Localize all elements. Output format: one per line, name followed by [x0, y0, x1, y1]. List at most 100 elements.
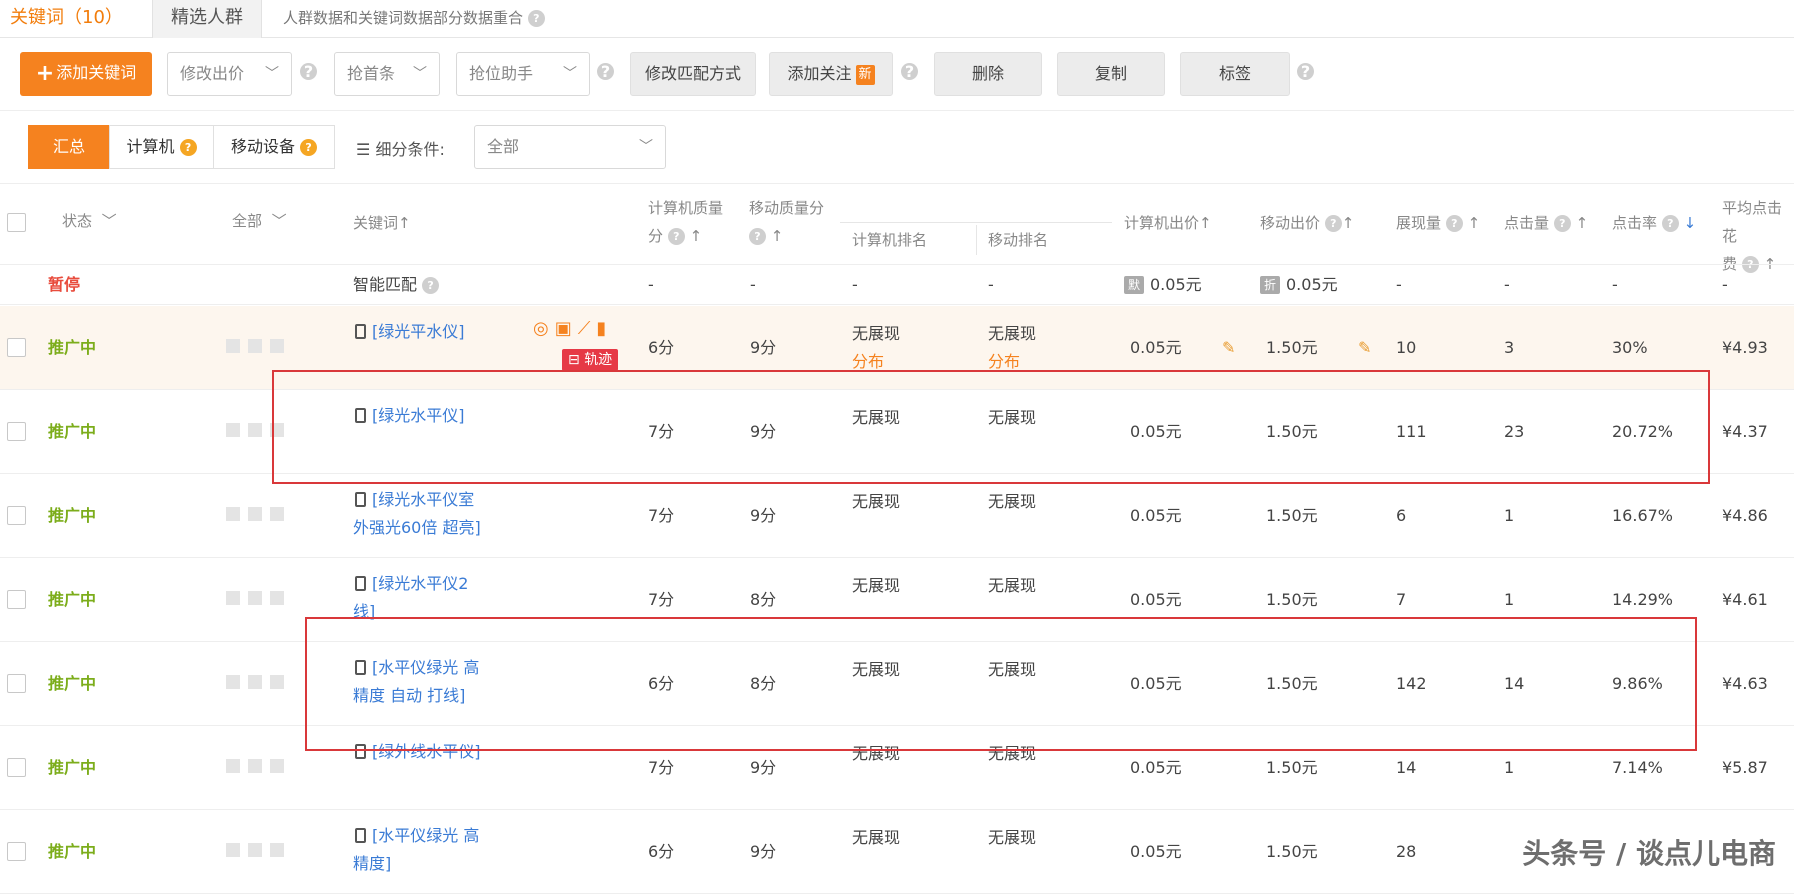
modify-bid-label: 修改出价: [180, 64, 245, 83]
help-icon[interactable]: ?: [300, 63, 317, 80]
keyword-text: [绿光平水仪]: [372, 322, 465, 341]
row-checkbox[interactable]: [7, 338, 26, 357]
help-icon: ?: [300, 139, 318, 156]
mobile-bid: 折 0.05元: [1260, 271, 1338, 299]
help-icon[interactable]: ?: [901, 63, 918, 80]
keyword-link[interactable]: [水平仪绿光 高: [355, 822, 479, 850]
modify-match-button[interactable]: 修改匹配方式: [630, 52, 756, 96]
ctr-header[interactable]: 点击率 ? ↓: [1612, 209, 1696, 237]
pc-bid-header[interactable]: 计算机出价↑: [1124, 209, 1212, 237]
row-checkbox[interactable]: [7, 506, 26, 525]
mobile-rank: 无展现: [988, 576, 1037, 595]
divider: [0, 183, 1794, 184]
masked-text: [226, 843, 284, 857]
all-header[interactable]: 全部 ﹀: [232, 207, 287, 235]
tab-keywords[interactable]: 关键词（10）: [10, 0, 123, 38]
tab-note: 人群数据和关键词数据部分数据重合 ?: [283, 0, 545, 38]
keyword-header[interactable]: 关键词↑: [353, 209, 411, 237]
pc-bid: 0.05元: [1130, 590, 1182, 609]
status-header[interactable]: 状态 ﹀: [62, 207, 117, 235]
table-row-smart: 暂停 智能匹配 ? - - - - 默 0.05元 折 0.05元 - - - -: [0, 265, 1794, 305]
highlight-box: [272, 370, 1710, 484]
add-follow-button[interactable]: 添加关注新: [769, 52, 893, 96]
mobile-rank-header: 移动排名: [988, 231, 1049, 249]
mobile-quality: 9分: [750, 338, 777, 357]
clicks: 1: [1504, 590, 1515, 609]
help-icon: ?: [179, 139, 197, 156]
row-checkbox[interactable]: [7, 758, 26, 777]
avg-cpc: ¥4.37: [1722, 422, 1768, 441]
avg-cpc: ¥4.86: [1722, 506, 1768, 525]
pc-quality: 6分: [648, 842, 675, 861]
edit-mobile-bid-icon[interactable]: ✎: [1358, 338, 1371, 357]
modify-bid-select[interactable]: 修改出价 ﹀: [167, 52, 292, 96]
pc-quality: 6分: [648, 338, 675, 357]
position-helper-select[interactable]: 抢位助手 ﹀: [456, 52, 590, 96]
add-keyword-button[interactable]: + 添加关键词: [20, 52, 152, 96]
grab-top-select[interactable]: 抢首条 ﹀: [334, 52, 440, 96]
ctr: 14.29%: [1612, 590, 1674, 609]
clicks-header[interactable]: 点击量 ? ↑: [1504, 209, 1588, 237]
target-icon[interactable]: ◎: [533, 318, 555, 339]
sort-icon: ↑: [770, 227, 784, 245]
mobile-icon: [355, 576, 366, 591]
mobile-icon: [355, 828, 366, 843]
chart-icon[interactable]: ⟋: [578, 318, 597, 339]
impressions-header[interactable]: 展现量 ? ↑: [1396, 209, 1480, 237]
trash-icon[interactable]: ▮: [596, 318, 612, 339]
help-icon[interactable]: ?: [597, 63, 614, 80]
mobile-icon: [355, 324, 366, 339]
tab-crowd[interactable]: 精选人群: [152, 0, 262, 38]
help-icon[interactable]: ?: [1297, 63, 1314, 80]
phone-edit-icon[interactable]: ▣: [555, 318, 578, 339]
smart-match-text: 智能匹配: [353, 275, 418, 294]
masked-text: [226, 759, 284, 773]
ctr: 16.67%: [1612, 506, 1674, 525]
row-checkbox[interactable]: [7, 842, 26, 861]
sub-condition-select[interactable]: 全部 ﹀: [474, 125, 666, 169]
clicks: 1: [1504, 506, 1515, 525]
copy-button[interactable]: 复制: [1057, 52, 1165, 96]
row-checkbox[interactable]: [7, 590, 26, 609]
highlight-box: [305, 617, 1697, 751]
help-icon[interactable]: ?: [422, 277, 440, 294]
mobile-quality: 8分: [750, 590, 777, 609]
help-icon: ?: [1324, 215, 1342, 232]
pc-quality: -: [648, 275, 654, 294]
keyword-link[interactable]: [绿光水平仪2: [355, 570, 468, 598]
pc-quality: 7分: [648, 506, 675, 525]
track-button[interactable]: ⊟ 轨迹: [562, 349, 619, 371]
default-tag: 默: [1124, 276, 1144, 294]
ctr: 7.14%: [1612, 758, 1663, 777]
avg-cpc: ¥4.63: [1722, 674, 1768, 693]
mobile-quality-label: 移动质量分: [749, 199, 825, 217]
help-icon: ?: [1445, 215, 1463, 232]
status-header-label: 状态: [62, 212, 93, 230]
computer-tab[interactable]: 计算机 ?: [109, 125, 214, 169]
mobile-tab[interactable]: 移动设备 ?: [213, 125, 335, 169]
impressions: 6: [1396, 506, 1407, 525]
mobile-bid-header[interactable]: 移动出价 ? ↑: [1260, 209, 1354, 237]
summary-tab[interactable]: 汇总: [28, 125, 110, 169]
edit-pc-bid-icon[interactable]: ✎: [1222, 338, 1235, 357]
row-checkbox[interactable]: [7, 674, 26, 693]
help-icon: ?: [1553, 215, 1571, 232]
mobile-bid: 1.50元: [1266, 842, 1318, 861]
clicks: -: [1504, 275, 1510, 294]
pc-rank: 无展现: [852, 324, 901, 343]
mobile-quality-header[interactable]: 移动质量分? ↑: [749, 194, 824, 250]
mobile-quality: 9分: [750, 758, 777, 777]
tag-button[interactable]: 标签: [1180, 52, 1290, 96]
keyword-link[interactable]: [绿光水平仪室: [355, 486, 474, 514]
clicks: 3: [1504, 338, 1515, 357]
pc-bid: 0.05元: [1130, 506, 1182, 525]
row-checkbox[interactable]: [7, 422, 26, 441]
keyword-link-line2[interactable]: 外强光60倍 超亮]: [353, 514, 481, 542]
help-icon[interactable]: ?: [527, 10, 545, 27]
delete-button[interactable]: 删除: [934, 52, 1042, 96]
rank-divider: [840, 222, 1112, 223]
pc-quality-header[interactable]: 计算机质量分 ? ↑: [648, 194, 723, 250]
select-all-checkbox[interactable]: [7, 213, 26, 232]
keyword-link-line2[interactable]: 精度]: [353, 850, 391, 878]
keyword-link[interactable]: [绿光平水仪]: [355, 318, 465, 346]
